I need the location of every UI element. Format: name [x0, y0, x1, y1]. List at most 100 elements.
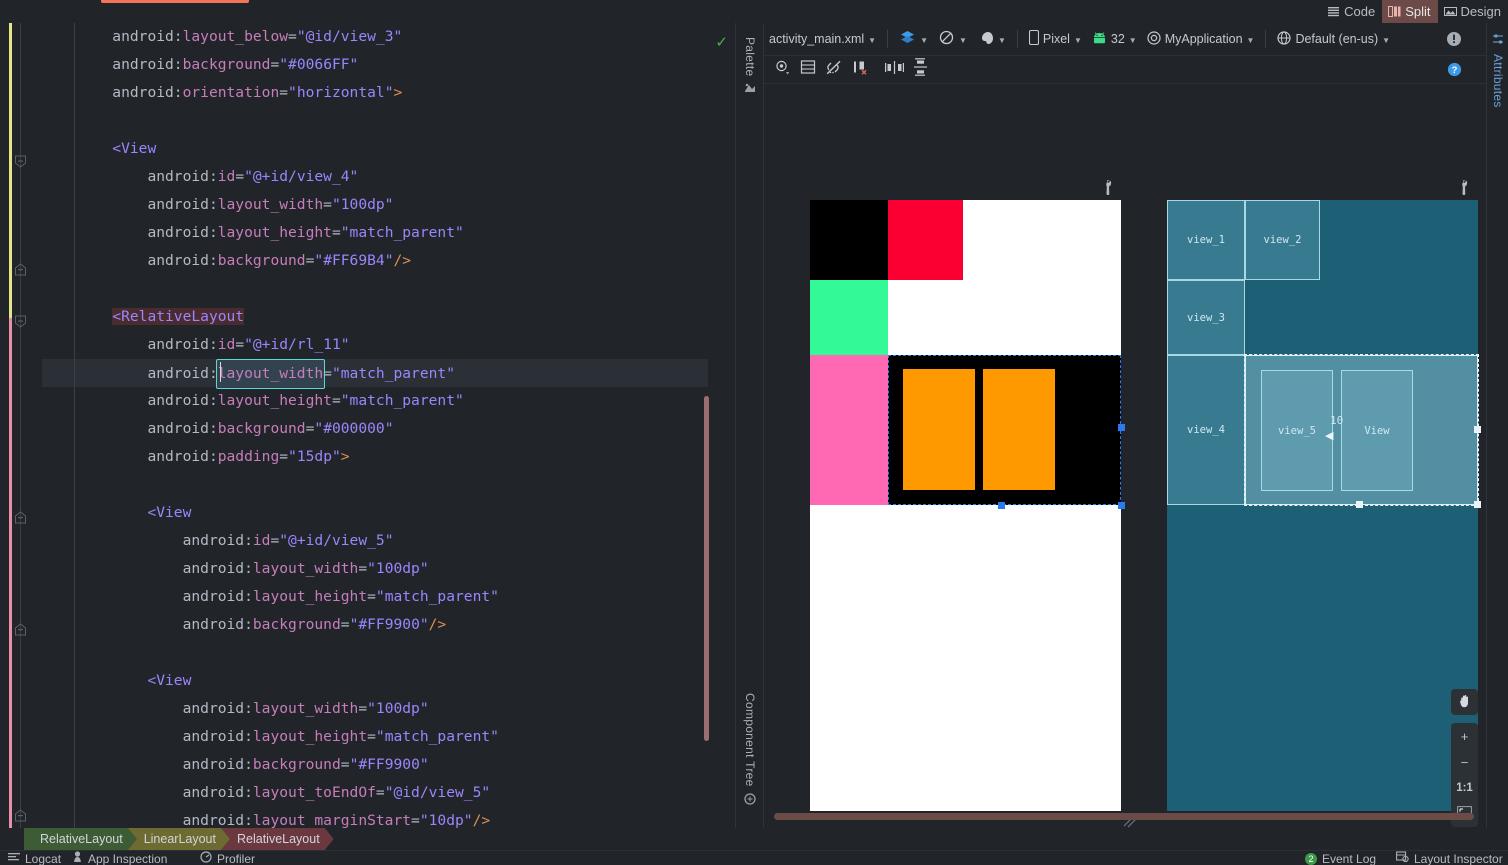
resize-handle-corner[interactable]	[1474, 501, 1481, 508]
design-surface-mode-button[interactable]: ▼	[894, 26, 933, 53]
checkmark-icon[interactable]: ✓	[715, 33, 728, 51]
design-horizontal-scrollbar[interactable]	[774, 813, 1474, 820]
code-line[interactable]: android:layout_width="100dp"	[42, 191, 708, 219]
tool-tab-palette[interactable]: Palette	[736, 37, 764, 97]
code-line[interactable]: android:padding="15dp">	[42, 443, 708, 471]
code-line[interactable]: android:background="#0066FF"	[42, 51, 708, 79]
orientation-button[interactable]: ▼	[933, 26, 972, 53]
blueprint-view-2[interactable]: view_2	[1245, 200, 1320, 280]
code-fold-marker[interactable]	[14, 511, 27, 524]
clear-constraints-button[interactable]	[847, 59, 873, 81]
preview-view-2[interactable]	[888, 200, 963, 280]
code-text-area[interactable]: android:layout_below="@id/view_3" androi…	[42, 23, 708, 828]
status-layout-inspector[interactable]: Layout Inspector	[1396, 851, 1503, 865]
show-constraints-button[interactable]	[769, 59, 795, 81]
theme-selector[interactable]: MyApplication ▼	[1142, 26, 1260, 53]
locale-selector[interactable]: Default (en-us) ▼	[1272, 26, 1395, 53]
actual-size-button[interactable]: 1:1	[1451, 775, 1478, 801]
preview-view-6[interactable]	[983, 369, 1055, 490]
code-fold-marker[interactable]	[14, 155, 27, 168]
xml-code-editor[interactable]: android:layout_below="@id/view_3" androi…	[0, 23, 736, 828]
blueprint-view-3[interactable]: view_3	[1167, 280, 1245, 355]
blueprint-rl-11-selected[interactable]: view_5 View 10 ◀	[1244, 354, 1481, 508]
code-line[interactable]: android:layout_width="100dp"	[42, 695, 708, 723]
breadcrumb-item[interactable]: RelativeLayout	[221, 828, 334, 850]
code-line[interactable]: android:background="#FF69B4"/>	[42, 247, 708, 275]
device-selector[interactable]: Pixel ▼	[1024, 26, 1087, 53]
wrench-icon[interactable]	[1102, 180, 1115, 198]
design-canvas[interactable]: view_1 view_2 view_3 view_4 view_5 View	[764, 84, 1486, 828]
code-line[interactable]	[42, 639, 708, 667]
status-app-inspection[interactable]: App Inspection	[72, 851, 167, 865]
status-profiler[interactable]: Profiler	[200, 851, 255, 865]
code-line[interactable]: <View	[42, 135, 708, 163]
code-line[interactable]: android:layout_marginStart="10dp"/>	[42, 807, 708, 828]
tool-tab-component-tree[interactable]: Component Tree	[736, 693, 764, 808]
code-fold-marker[interactable]	[14, 623, 27, 636]
code-fold-marker[interactable]	[14, 315, 27, 328]
breadcrumb-item[interactable]: RelativeLayout	[24, 828, 137, 850]
code-line[interactable]	[42, 275, 708, 303]
code-line[interactable]	[42, 471, 708, 499]
preview-view-1[interactable]	[810, 200, 888, 280]
blueprint-view-5[interactable]: view_5	[1261, 370, 1333, 491]
preview-rl-11-selected[interactable]	[888, 355, 1125, 509]
blueprint-view-4[interactable]: view_4	[1167, 355, 1245, 505]
code-line[interactable]: android:background="#FF9900"	[42, 751, 708, 779]
autoconnect-button[interactable]	[821, 59, 847, 81]
blueprint-preview-device[interactable]: view_1 view_2 view_3 view_4 view_5 View	[1167, 200, 1481, 811]
code-line[interactable]: android:orientation="horizontal">	[42, 79, 708, 107]
code-line[interactable]: android:layout_below="@id/view_3"	[42, 23, 708, 51]
tab-design[interactable]: Design	[1438, 0, 1508, 23]
align-vertical-button[interactable]	[907, 58, 933, 81]
resize-handle-right[interactable]	[1118, 424, 1125, 431]
preview-view-5[interactable]	[903, 369, 975, 490]
resize-handle-bottom[interactable]	[1356, 501, 1363, 508]
code-fold-marker[interactable]	[14, 263, 27, 276]
code-line[interactable]: android:layout_toEndOf="@id/view_5"	[42, 779, 708, 807]
code-line[interactable]: <View	[42, 499, 708, 527]
code-line[interactable]: android:layout_height="match_parent"	[42, 723, 708, 751]
zoom-out-button[interactable]: −	[1451, 749, 1478, 775]
editor-vertical-scrollbar[interactable]	[704, 396, 709, 741]
tool-tab-attributes[interactable]: Attributes	[1487, 33, 1508, 108]
align-horizontal-button[interactable]	[881, 59, 907, 81]
pan-tool-button[interactable]	[1451, 689, 1478, 715]
breadcrumb-item[interactable]: LinearLayout	[128, 828, 230, 850]
layout-variants-button[interactable]	[795, 59, 821, 81]
preview-view-4[interactable]	[810, 355, 888, 505]
render-preview-device[interactable]	[810, 200, 1125, 811]
resize-handle-right[interactable]	[1474, 426, 1481, 433]
layout-file-selector[interactable]: activity_main.xml ▼	[764, 26, 881, 53]
resize-handle-bottom[interactable]	[998, 502, 1005, 509]
resize-handle-corner[interactable]	[1118, 502, 1125, 509]
code-line[interactable]: android:layout_height="match_parent"	[42, 219, 708, 247]
code-line[interactable]: android:id="@+id/view_4"	[42, 163, 708, 191]
tab-split[interactable]: Split	[1382, 0, 1438, 23]
wrench-icon[interactable]	[1458, 180, 1471, 198]
code-line[interactable]: <View	[42, 667, 708, 695]
code-line[interactable]: android:id="@+id/view_5"	[42, 527, 708, 555]
tab-code[interactable]: Code	[1321, 0, 1382, 23]
code-line[interactable]: android:id="@+id/rl_11"	[42, 331, 708, 359]
code-line[interactable]: android:layout_height="match_parent"	[42, 387, 708, 415]
blueprint-view-6[interactable]: View	[1341, 370, 1413, 491]
code-line[interactable]	[42, 107, 708, 135]
code-line[interactable]: android:background="#FF9900"/>	[42, 611, 708, 639]
help-button[interactable]: ?	[1447, 62, 1462, 82]
zoom-in-button[interactable]: +	[1451, 723, 1478, 749]
editor-gutter[interactable]	[0, 23, 42, 828]
theme-button[interactable]: ▼	[972, 26, 1011, 53]
preview-view-3[interactable]	[810, 280, 888, 355]
api-level-selector[interactable]: 32 ▼	[1087, 26, 1142, 53]
code-line[interactable]: android:layout_width="100dp"	[42, 555, 708, 583]
render-warning-button[interactable]	[1446, 31, 1462, 52]
code-line[interactable]: android:layout_height="match_parent"	[42, 583, 708, 611]
code-fold-marker[interactable]	[14, 809, 27, 822]
code-line[interactable]: android: layout_width="match_parent"	[42, 359, 708, 389]
code-line[interactable]: <RelativeLayout	[42, 303, 708, 331]
code-line[interactable]: android:background="#000000"	[42, 415, 708, 443]
selected-attribute-box[interactable]: layout_width	[215, 359, 326, 389]
blueprint-view-1[interactable]: view_1	[1167, 200, 1245, 280]
status-logcat[interactable]: Logcat	[8, 851, 61, 865]
